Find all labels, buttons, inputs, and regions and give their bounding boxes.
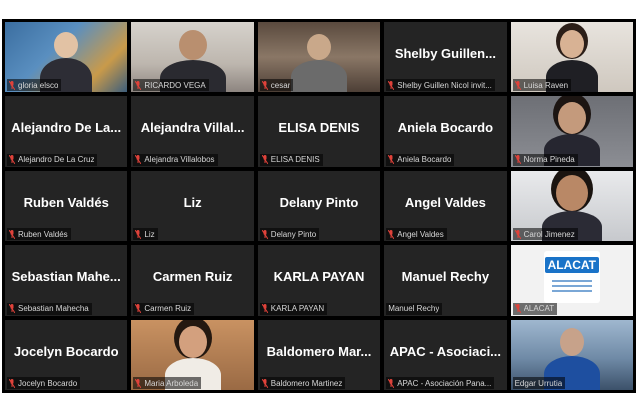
participant-label: gloria elsco bbox=[7, 79, 62, 92]
microphone-muted-icon bbox=[9, 304, 15, 314]
participant-label: Luisa Raven bbox=[512, 79, 572, 92]
microphone-muted-icon bbox=[388, 229, 395, 239]
participant-grid: gloria elsco RICARDO VEGA cesar Shelby G… bbox=[2, 19, 636, 393]
video-feed bbox=[287, 32, 351, 93]
participant-label: Baldomero Martinez bbox=[259, 377, 346, 389]
participant-name: Aniela Bocardo bbox=[397, 120, 494, 136]
participant-tile[interactable]: ELISA DENIS ELISA DENIS bbox=[257, 96, 381, 167]
participant-label: Alejandro De La Cruz bbox=[7, 153, 98, 166]
microphone-muted-icon bbox=[514, 229, 521, 239]
participant-name: Delany Pinto bbox=[279, 194, 359, 210]
participant-label: Carmen Ruiz bbox=[133, 302, 195, 315]
participant-label: KARLA PAYAN bbox=[259, 302, 328, 315]
participant-tile[interactable]: Alejandro De La... Alejandro De La Cruz bbox=[5, 96, 128, 167]
participant-tile[interactable]: Maria Arboleda bbox=[131, 319, 254, 390]
participant-label: Carol Jimenez bbox=[512, 228, 578, 241]
participant-name: Jocelyn Bocardo bbox=[13, 343, 119, 359]
microphone-muted-icon bbox=[388, 80, 395, 90]
participant-label: Jocelyn Bocardo bbox=[7, 377, 81, 389]
participant-name: Angel Valdes bbox=[404, 194, 486, 210]
participant-tile[interactable]: gloria elsco bbox=[5, 22, 128, 93]
microphone-muted-icon bbox=[261, 80, 268, 90]
participant-name: Ruben Valdés bbox=[23, 194, 109, 210]
participant-label: Manuel Rechy bbox=[386, 302, 443, 315]
participant-tile[interactable]: Angel Valdes Angel Valdes bbox=[384, 170, 507, 242]
participant-label: RICARDO VEGA bbox=[133, 79, 209, 92]
microphone-muted-icon bbox=[261, 378, 268, 388]
participant-label: Ruben Valdés bbox=[7, 228, 71, 241]
participant-tile[interactable]: Luisa Raven bbox=[510, 22, 633, 93]
participant-tile[interactable]: Jocelyn Bocardo Jocelyn Bocardo bbox=[5, 319, 128, 390]
participant-tile[interactable]: KARLA PAYAN KARLA PAYAN bbox=[257, 245, 381, 316]
participant-label: Edgar Urrutia bbox=[512, 377, 566, 389]
participant-name: ELISA DENIS bbox=[278, 120, 360, 136]
participant-tile[interactable]: cesar bbox=[257, 22, 381, 93]
alacat-logo: ALACAT bbox=[543, 251, 600, 304]
microphone-muted-icon bbox=[135, 80, 142, 90]
participant-name: Alejandra Villal... bbox=[140, 120, 245, 136]
participant-name: Manuel Rechy bbox=[401, 269, 490, 285]
participant-tile[interactable]: Norma Pineda bbox=[510, 96, 633, 167]
participant-label: Aniela Bocardo bbox=[386, 153, 455, 166]
participant-label: Norma Pineda bbox=[512, 153, 578, 166]
participant-name: Baldomero Mar... bbox=[266, 343, 372, 359]
microphone-muted-icon bbox=[135, 304, 142, 314]
participant-label: Shelby Guillen Nicol invit... bbox=[386, 79, 495, 92]
participant-label: ELISA DENIS bbox=[259, 153, 323, 166]
microphone-muted-icon bbox=[514, 304, 521, 314]
microphone-muted-icon bbox=[261, 304, 268, 314]
participant-tile[interactable]: Carol Jimenez bbox=[510, 170, 633, 242]
participant-label: Angel Valdes bbox=[386, 228, 447, 241]
microphone-muted-icon bbox=[261, 229, 268, 239]
participant-tile[interactable]: Delany Pinto Delany Pinto bbox=[257, 170, 381, 242]
participant-label: Maria Arboleda bbox=[133, 377, 202, 389]
participant-tile[interactable]: APAC - Asociaci... APAC - Asociación Pan… bbox=[384, 319, 507, 390]
microphone-muted-icon bbox=[9, 80, 15, 90]
participant-label: ALACAT bbox=[512, 302, 558, 315]
participant-label: APAC - Asociación Pana... bbox=[386, 377, 495, 389]
microphone-muted-icon bbox=[388, 378, 395, 388]
microphone-muted-icon bbox=[388, 155, 395, 165]
participant-name: Sebastian Mahe... bbox=[11, 269, 121, 285]
participant-label: Alejandra Villalobos bbox=[133, 153, 218, 166]
participant-tile[interactable]: Sebastian Mahe... Sebastian Mahecha bbox=[5, 245, 128, 316]
microphone-muted-icon bbox=[135, 229, 142, 239]
participant-name: APAC - Asociaci... bbox=[389, 343, 502, 359]
participant-tile[interactable]: Alejandra Villal... Alejandra Villalobos bbox=[131, 96, 254, 167]
participant-name: Carmen Ruiz bbox=[152, 269, 233, 285]
participant-label: Sebastian Mahecha bbox=[7, 302, 92, 315]
participant-tile[interactable]: Aniela Bocardo Aniela Bocardo bbox=[384, 96, 507, 167]
participant-name: Liz bbox=[183, 194, 202, 210]
participant-tile[interactable]: Liz Liz bbox=[131, 170, 254, 242]
microphone-muted-icon bbox=[135, 378, 142, 388]
participant-name: KARLA PAYAN bbox=[273, 269, 365, 285]
microphone-muted-icon bbox=[514, 80, 521, 90]
participant-label: cesar bbox=[259, 79, 294, 92]
participant-tile[interactable]: Shelby Guillen... Shelby Guillen Nicol i… bbox=[384, 22, 507, 93]
participant-tile[interactable]: Ruben Valdés Ruben Valdés bbox=[5, 170, 128, 242]
participant-tile[interactable]: Edgar Urrutia bbox=[510, 319, 633, 390]
participant-tile[interactable]: Baldomero Mar... Baldomero Martinez bbox=[257, 319, 381, 390]
microphone-muted-icon bbox=[135, 155, 142, 165]
microphone-muted-icon bbox=[9, 229, 15, 239]
participant-label: Liz bbox=[133, 228, 158, 241]
participant-label: Delany Pinto bbox=[259, 228, 320, 241]
microphone-muted-icon bbox=[514, 155, 521, 165]
microphone-muted-icon bbox=[9, 378, 15, 388]
microphone-muted-icon bbox=[9, 155, 15, 165]
participant-name: Shelby Guillen... bbox=[394, 45, 496, 61]
microphone-muted-icon bbox=[261, 155, 268, 165]
participant-tile[interactable]: ALACAT ALACAT bbox=[510, 245, 633, 316]
participant-tile[interactable]: RICARDO VEGA bbox=[131, 22, 254, 93]
participant-tile[interactable]: Manuel Rechy Manuel Rechy bbox=[384, 245, 507, 316]
participant-tile[interactable]: Carmen Ruiz Carmen Ruiz bbox=[131, 245, 254, 316]
participant-name: Alejandro De La... bbox=[11, 120, 122, 136]
